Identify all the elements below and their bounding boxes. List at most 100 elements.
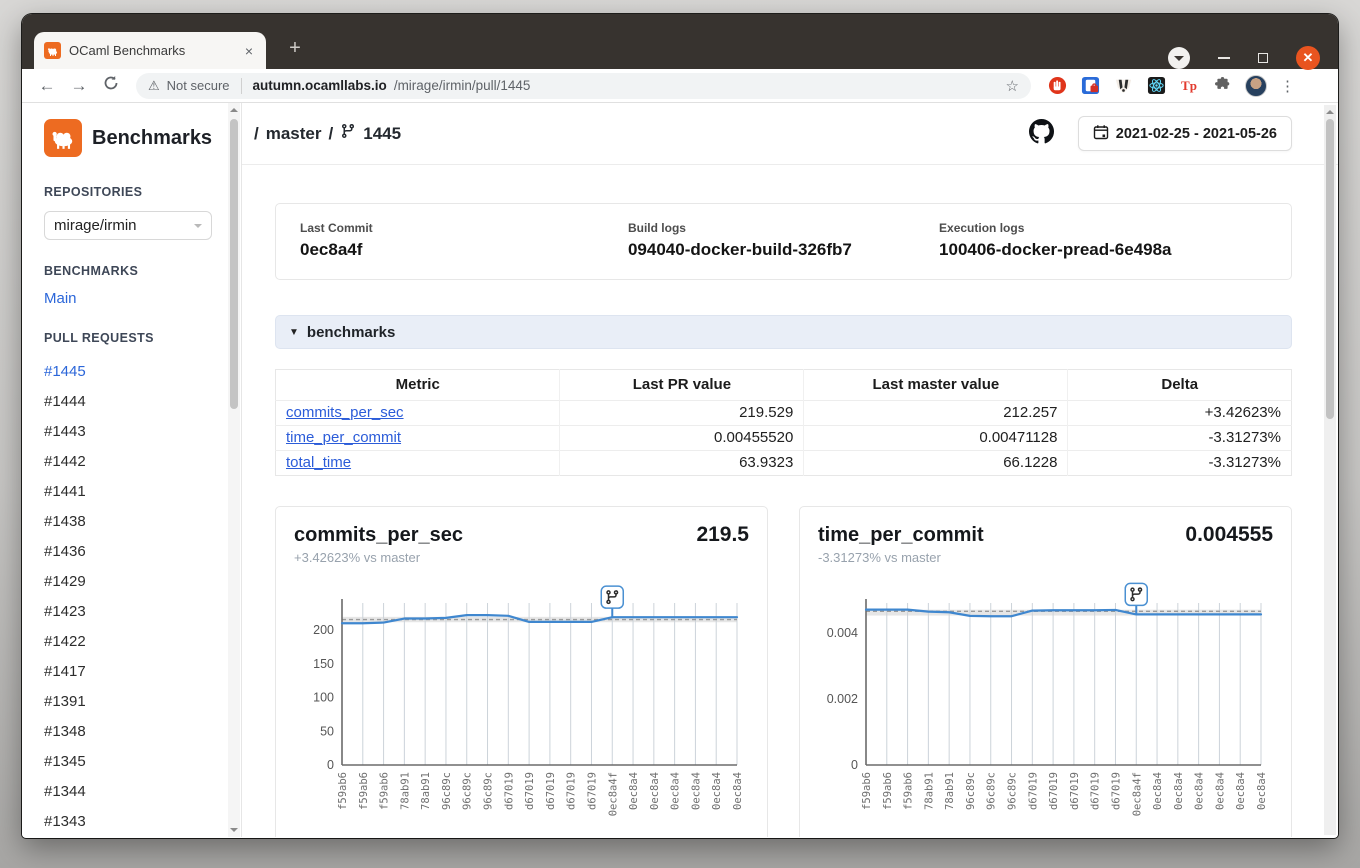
- back-icon[interactable]: ←: [34, 76, 60, 96]
- sidebar-item-pr[interactable]: #1417: [44, 657, 241, 687]
- sidebar-scrollbar[interactable]: [228, 103, 240, 837]
- x-axis-commit-label: 0ec8a4: [1256, 772, 1267, 810]
- minimize-button[interactable]: [1218, 57, 1230, 59]
- x-axis-commit-label: 96c89c: [965, 772, 977, 810]
- x-axis-commit-label: 0ec8a4: [1194, 772, 1206, 810]
- tp-extension-icon[interactable]: Tp: [1179, 76, 1199, 96]
- scroll-up-icon[interactable]: [230, 108, 238, 112]
- scroll-up-icon[interactable]: [1326, 110, 1334, 114]
- privacy-badger-extension-icon[interactable]: [1113, 76, 1133, 96]
- address-bar[interactable]: ⚠ Not secure autumn.ocamllabs.io /mirage…: [136, 73, 1031, 99]
- x-axis-commit-label: 0ec8a4f: [607, 772, 619, 816]
- repository-select[interactable]: mirage/irmin: [44, 211, 212, 240]
- metric-link[interactable]: total_time: [286, 454, 351, 471]
- x-axis-commit-label: 0ec8a4: [690, 772, 702, 810]
- line-chart: 050100150200f59ab6f59ab6f59ab678ab9178ab…: [294, 569, 743, 831]
- x-axis-commit-label: 0ec8a4: [1214, 772, 1226, 810]
- svg-text:200: 200: [313, 623, 334, 637]
- breadcrumb-branch[interactable]: master: [266, 124, 322, 144]
- x-axis-commit-label: 0ec8a4: [649, 772, 661, 810]
- adblock-extension-icon[interactable]: [1047, 76, 1067, 96]
- summary-item: Build logs094040-docker-build-326fb7: [628, 221, 939, 260]
- forward-icon[interactable]: →: [66, 76, 92, 96]
- x-axis-commit-label: f59ab6: [337, 772, 349, 810]
- x-axis-commit-label: 0ec8a4: [711, 772, 723, 810]
- not-secure-warning-icon: ⚠: [148, 78, 160, 94]
- svg-text:0.004: 0.004: [827, 626, 858, 640]
- reload-icon[interactable]: [98, 75, 124, 96]
- pull-requests-label: PULL REQUESTS: [44, 331, 241, 345]
- github-icon[interactable]: [1029, 119, 1054, 149]
- value-cell: 0.00471128: [804, 426, 1068, 451]
- date-range-picker[interactable]: 2021-02-25 - 2021-05-26: [1078, 116, 1292, 151]
- x-axis-commit-label: 78ab91: [923, 772, 935, 810]
- sidebar-item-pr[interactable]: #1444: [44, 387, 241, 417]
- chart-card-commits_per_sec: commits_per_sec219.5+3.42623% vs master0…: [275, 506, 768, 837]
- browser-menu-icon[interactable]: ⋮: [1280, 77, 1292, 95]
- sidebar-item-pr[interactable]: #1443: [44, 417, 241, 447]
- benchmarks-toggle[interactable]: ▼ benchmarks: [275, 315, 1292, 349]
- svg-text:150: 150: [313, 657, 334, 671]
- security-label[interactable]: Not secure: [167, 78, 230, 93]
- app-logo[interactable]: Benchmarks: [44, 119, 241, 157]
- table-column-header: Metric: [276, 370, 560, 401]
- divider: [241, 78, 242, 94]
- x-axis-commit-label: d67019: [1048, 772, 1060, 810]
- tab-close-icon[interactable]: ×: [242, 43, 256, 59]
- sidebar-item-pr[interactable]: #1442: [44, 447, 241, 477]
- close-button[interactable]: ✕: [1296, 46, 1320, 70]
- sidebar-item-main[interactable]: Main: [44, 290, 241, 307]
- sidebar-item-pr[interactable]: #1423: [44, 597, 241, 627]
- benchmarks-label: BENCHMARKS: [44, 264, 241, 278]
- scroll-down-icon[interactable]: [230, 828, 238, 832]
- sidebar-item-pr[interactable]: #1343: [44, 807, 241, 837]
- sidebar-item-pr[interactable]: #1445: [44, 357, 241, 387]
- main-scrollbar[interactable]: [1324, 105, 1336, 835]
- camel-logo-icon: [44, 119, 82, 157]
- maximize-button[interactable]: [1258, 53, 1268, 63]
- chart-subtitle: +3.42623% vs master: [294, 550, 749, 565]
- browser-toolbar: ← → ⚠ Not secure autumn.ocamllabs.io /mi…: [22, 69, 1338, 103]
- summary-item: Last Commit0ec8a4f: [300, 221, 628, 260]
- sidebar-item-pr[interactable]: #1345: [44, 747, 241, 777]
- summary-value: 0ec8a4f: [300, 240, 628, 260]
- x-axis-commit-label: 0ec8a4: [1152, 772, 1164, 810]
- sidebar-item-pr[interactable]: #1438: [44, 507, 241, 537]
- x-axis-commit-label: 0ec8a4: [628, 772, 640, 810]
- react-devtools-extension-icon[interactable]: [1146, 76, 1166, 96]
- camel-favicon-icon: [44, 42, 61, 59]
- sidebar-item-pr[interactable]: #1344: [44, 777, 241, 807]
- x-axis-commit-label: 78ab91: [399, 772, 411, 810]
- tab-strip: OCaml Benchmarks × + ✕: [22, 14, 1338, 69]
- breadcrumb-pr-number[interactable]: 1445: [363, 124, 401, 144]
- metric-link[interactable]: commits_per_sec: [286, 404, 404, 421]
- sidebar-item-pr[interactable]: #1422: [44, 627, 241, 657]
- tab-search-icon[interactable]: [1168, 47, 1190, 69]
- x-axis-commit-label: 0ec8a4: [1173, 772, 1185, 810]
- x-axis-commit-label: d67019: [503, 772, 515, 810]
- browser-tab[interactable]: OCaml Benchmarks ×: [34, 32, 266, 69]
- svg-text:0.002: 0.002: [827, 692, 858, 706]
- metric-link[interactable]: time_per_commit: [286, 429, 401, 446]
- sidebar-item-pr[interactable]: #1436: [44, 537, 241, 567]
- x-axis-commit-label: d67019: [1110, 772, 1122, 810]
- sidebar-item-pr[interactable]: #1348: [44, 717, 241, 747]
- x-axis-commit-label: d67019: [524, 772, 536, 810]
- extensions-puzzle-icon[interactable]: [1212, 76, 1232, 96]
- scrollbar-thumb[interactable]: [230, 119, 238, 409]
- sidebar-item-pr[interactable]: #1429: [44, 567, 241, 597]
- x-axis-commit-label: d67019: [586, 772, 598, 810]
- app-title: Benchmarks: [92, 127, 212, 150]
- scrollbar-thumb[interactable]: [1326, 119, 1334, 419]
- x-axis-commit-label: 0ec8a4: [1235, 772, 1247, 810]
- password-manager-extension-icon[interactable]: [1080, 76, 1100, 96]
- chart-title: time_per_commit: [818, 524, 984, 547]
- bookmark-star-icon[interactable]: ☆: [1006, 77, 1019, 95]
- profile-avatar[interactable]: [1245, 75, 1267, 97]
- x-axis-commit-label: d67019: [566, 772, 578, 810]
- new-tab-button[interactable]: +: [282, 36, 308, 62]
- sidebar-item-pr[interactable]: #1441: [44, 477, 241, 507]
- x-axis-commit-label: 0ec8a4: [732, 772, 743, 810]
- sidebar-item-pr[interactable]: #1391: [44, 687, 241, 717]
- summary-value: 100406-docker-pread-6e498a: [939, 240, 1267, 260]
